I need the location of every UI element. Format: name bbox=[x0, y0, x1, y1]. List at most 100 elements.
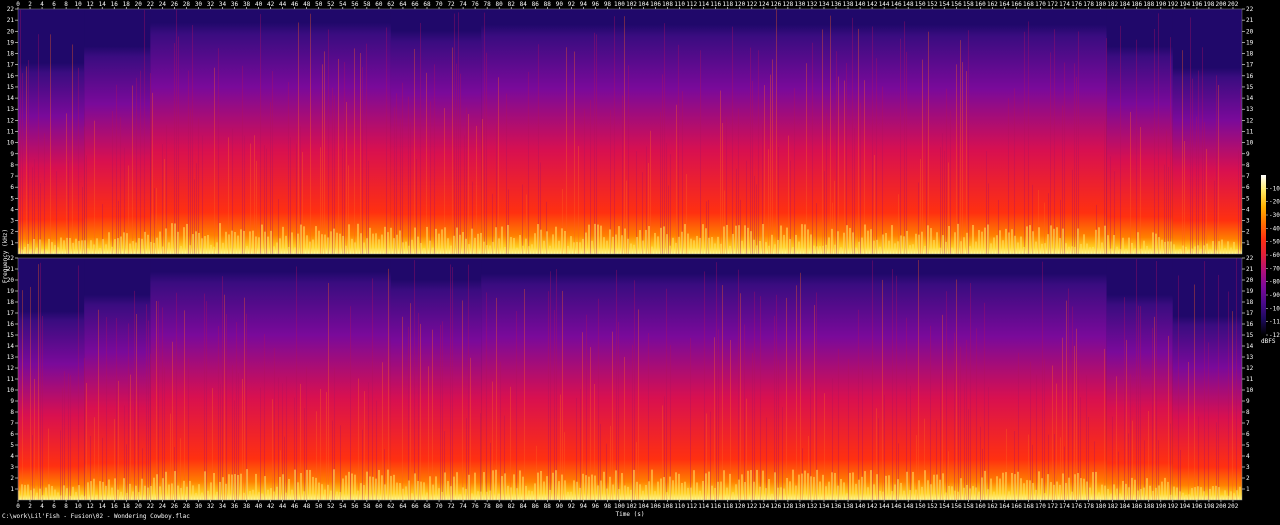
x-tick-label: 102 bbox=[626, 503, 637, 510]
x-tick-label: 182 bbox=[1107, 503, 1118, 510]
y-tick-label: 7 bbox=[1246, 420, 1250, 427]
x-tick-label: 198 bbox=[1203, 1, 1214, 8]
x-tick-label: 154 bbox=[939, 1, 950, 8]
x-tick-label: 122 bbox=[746, 1, 757, 8]
y-tick-label: 4 bbox=[1246, 206, 1250, 213]
y-tick-label: 12 bbox=[1246, 365, 1254, 372]
x-tick-label: 118 bbox=[722, 1, 733, 8]
x-tick-label: 110 bbox=[674, 503, 685, 510]
y-tick-label: 17 bbox=[1246, 62, 1254, 69]
x-tick-label: 164 bbox=[999, 503, 1010, 510]
y-tick-label: 22 bbox=[1246, 255, 1254, 262]
y-tick-label: 1 bbox=[1246, 486, 1250, 493]
x-tick-label: 80 bbox=[496, 503, 504, 510]
x-tick-label: 28 bbox=[183, 1, 191, 8]
y-tick-label: 17 bbox=[7, 62, 15, 69]
colorbar-unit: dBFS bbox=[1261, 338, 1276, 345]
y-tick-label: 3 bbox=[10, 464, 14, 471]
spectrogram-chart: 1 12 23 34 45 56 67 78 89 910 1011 1112 1213 1314 1415… bbox=[2, 1, 1280, 518]
x-tick-label: 72 bbox=[447, 1, 455, 8]
spectral-segment bbox=[1106, 9, 1173, 254]
x-tick-label: 68 bbox=[423, 503, 431, 510]
x-tick-label: 78 bbox=[484, 1, 492, 8]
spectral-segment bbox=[18, 258, 85, 500]
x-tick-label: 78 bbox=[484, 503, 492, 510]
x-tick-label: 42 bbox=[267, 503, 275, 510]
x-tick-label: 68 bbox=[423, 1, 431, 8]
x-tick-label: 150 bbox=[915, 1, 926, 8]
x-tick-label: 144 bbox=[879, 503, 890, 510]
y-tick-label: 10 bbox=[7, 140, 15, 147]
x-tick-label: 36 bbox=[231, 503, 239, 510]
spectral-segment bbox=[481, 258, 1107, 500]
x-tick-label: 196 bbox=[1191, 503, 1202, 510]
colorbar-tick-label: -50 bbox=[1269, 239, 1280, 246]
x-tick-label: 186 bbox=[1131, 503, 1142, 510]
y-tick-label: 1 bbox=[1246, 240, 1250, 247]
y-tick-label: 4 bbox=[10, 453, 14, 460]
colorbar-tick-label: -60 bbox=[1269, 252, 1280, 259]
x-tick-label: 92 bbox=[568, 1, 576, 8]
spectral-segment bbox=[390, 9, 482, 254]
x-tick-label: 0 bbox=[16, 503, 20, 510]
x-tick-label: 178 bbox=[1083, 1, 1094, 8]
x-tick-label: 198 bbox=[1203, 503, 1214, 510]
y-tick-label: 13 bbox=[1246, 106, 1254, 113]
spectral-segment bbox=[150, 258, 391, 500]
y-tick-label: 7 bbox=[1246, 173, 1250, 180]
y-tick-label: 2 bbox=[10, 229, 14, 236]
y-tick-label: 17 bbox=[7, 310, 15, 317]
x-tick-label: 100 bbox=[614, 1, 625, 8]
y-tick-label: 6 bbox=[1246, 431, 1250, 438]
x-tick-label: 138 bbox=[843, 503, 854, 510]
x-tick-label: 104 bbox=[638, 503, 649, 510]
x-tick-label: 98 bbox=[604, 503, 612, 510]
x-tick-label: 120 bbox=[734, 1, 745, 8]
y-tick-label: 10 bbox=[1246, 140, 1254, 147]
x-tick-label: 4 bbox=[40, 503, 44, 510]
x-tick-label: 200 bbox=[1216, 503, 1227, 510]
y-tick-label: 11 bbox=[1246, 376, 1254, 383]
x-tick-label: 42 bbox=[267, 1, 275, 8]
x-tick-label: 126 bbox=[770, 1, 781, 8]
x-tick-label: 64 bbox=[399, 1, 407, 8]
x-tick-label: 158 bbox=[963, 1, 974, 8]
x-tick-label: 90 bbox=[556, 1, 564, 8]
x-tick-label: 76 bbox=[472, 1, 480, 8]
y-tick-label: 12 bbox=[1246, 117, 1254, 124]
y-tick-label: 5 bbox=[10, 442, 14, 449]
y-tick-label: 2 bbox=[10, 475, 14, 482]
x-tick-label: 166 bbox=[1011, 1, 1022, 8]
y-tick-label: 9 bbox=[10, 398, 14, 405]
x-tick-label: 74 bbox=[459, 1, 467, 8]
colorbar-tick-label: -110 bbox=[1269, 319, 1280, 326]
x-tick-label: 148 bbox=[903, 503, 914, 510]
x-tick-label: 70 bbox=[435, 503, 443, 510]
x-tick-label: 202 bbox=[1228, 1, 1239, 8]
y-tick-label: 3 bbox=[1246, 218, 1250, 225]
x-tick-label: 136 bbox=[831, 503, 842, 510]
y-tick-label: 8 bbox=[1246, 409, 1250, 416]
channel-panel-left: 1 12 23 34 45 56 67 78 89 910 1011 1112 1213 1314 1415… bbox=[7, 6, 1254, 255]
x-tick-label: 54 bbox=[339, 503, 347, 510]
y-tick-label: 4 bbox=[1246, 453, 1250, 460]
x-tick-label: 180 bbox=[1095, 503, 1106, 510]
x-tick-label: 186 bbox=[1131, 1, 1142, 8]
x-tick-label: 100 bbox=[614, 503, 625, 510]
x-tick-label: 26 bbox=[171, 503, 179, 510]
x-tick-label: 18 bbox=[123, 1, 131, 8]
y-tick-label: 2 bbox=[1246, 229, 1250, 236]
x-tick-label: 192 bbox=[1167, 1, 1178, 8]
x-tick-label: 182 bbox=[1107, 1, 1118, 8]
x-tick-label: 88 bbox=[544, 1, 552, 8]
y-tick-label: 10 bbox=[7, 387, 15, 394]
y-tick-label: 16 bbox=[1246, 73, 1254, 80]
y-tick-label: 22 bbox=[7, 6, 15, 13]
x-tick-label: 12 bbox=[87, 1, 95, 8]
x-tick-label: 112 bbox=[686, 1, 697, 8]
x-tick-label: 84 bbox=[520, 1, 528, 8]
y-tick-label: 11 bbox=[7, 376, 15, 383]
x-tick-label: 40 bbox=[255, 1, 263, 8]
x-tick-label: 44 bbox=[279, 1, 287, 8]
x-tick-label: 32 bbox=[207, 503, 215, 510]
